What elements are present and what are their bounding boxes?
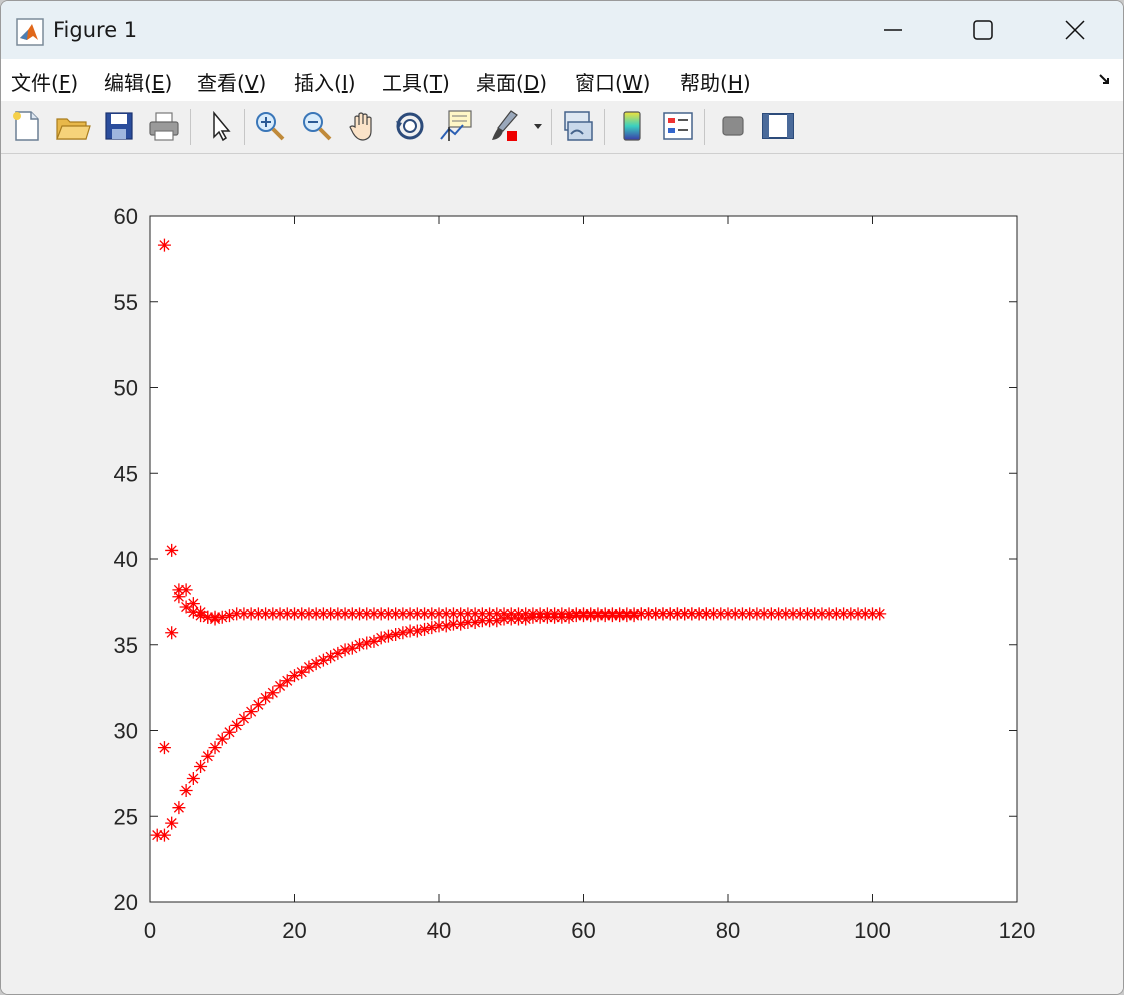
- matlab-app-icon: [16, 18, 44, 46]
- menu-bar: 文件(F) 编辑(E) 查看(V) 插入(I) 工具(T) 桌面(D) 窗口(W…: [1, 59, 1123, 102]
- brush-dropdown-icon[interactable]: [530, 107, 546, 145]
- save-icon[interactable]: [100, 107, 138, 145]
- toolbar-separator: [244, 109, 245, 145]
- x-tick-label: 20: [282, 918, 306, 943]
- data-point: [201, 749, 215, 763]
- menu-desktop[interactable]: 桌面(D): [476, 67, 547, 96]
- toolbar-separator: [604, 109, 605, 145]
- data-point: [699, 607, 713, 621]
- y-tick-label: 50: [114, 376, 138, 401]
- y-tick-label: 35: [114, 633, 138, 658]
- window-title: Figure 1: [53, 18, 138, 42]
- figure-canvas: 0 20 40 60 80 100 120 20 25 30 35 40 45 50 55 60: [1, 154, 1123, 994]
- x-tick-label: 80: [716, 918, 740, 943]
- legend-icon[interactable]: [659, 107, 697, 145]
- y-tick-label: 60: [114, 204, 138, 229]
- new-figure-icon[interactable]: [7, 107, 45, 145]
- x-tick-label: 120: [999, 918, 1036, 943]
- menu-window[interactable]: 窗口(W): [575, 67, 650, 96]
- link-plot-icon[interactable]: [559, 107, 597, 145]
- figure-toolbar: [1, 101, 1123, 154]
- y-tick-label: 40: [114, 547, 138, 572]
- hide-plot-tools-icon[interactable]: [714, 107, 752, 145]
- y-tick-label: 25: [114, 804, 138, 829]
- menu-edit[interactable]: 编辑(E): [104, 67, 172, 96]
- data-point: [208, 610, 222, 624]
- y-tick-label: 55: [114, 290, 138, 315]
- pan-hand-icon[interactable]: [345, 107, 383, 145]
- zoom-out-icon[interactable]: [298, 107, 336, 145]
- toolbar-separator: [551, 109, 552, 145]
- x-tick-label: 100: [854, 918, 891, 943]
- data-point: [208, 741, 222, 755]
- menu-file[interactable]: 文件(F): [11, 67, 78, 96]
- zoom-in-icon[interactable]: [251, 107, 289, 145]
- data-point: [873, 607, 887, 621]
- data-point: [157, 828, 171, 842]
- brush-icon[interactable]: [485, 107, 523, 145]
- x-tick-label: 60: [571, 918, 595, 943]
- colorbar-icon[interactable]: [613, 107, 651, 145]
- maximize-icon: [973, 20, 993, 40]
- data-point: [194, 760, 208, 774]
- axes-box: [149, 215, 1018, 903]
- close-button[interactable]: [1029, 1, 1121, 59]
- menu-help[interactable]: 帮助(H): [680, 67, 751, 96]
- toolbar-separator: [190, 109, 191, 145]
- open-file-icon[interactable]: [53, 107, 91, 145]
- data-point: [157, 238, 171, 252]
- data-point: [179, 784, 193, 798]
- close-icon: [1065, 20, 1085, 40]
- data-point: [165, 816, 179, 830]
- minimize-button[interactable]: [847, 1, 939, 59]
- minimize-icon: [884, 29, 902, 31]
- dock-arrow-icon[interactable]: [1097, 71, 1113, 87]
- show-plot-tools-icon[interactable]: [759, 107, 797, 145]
- title-bar[interactable]: Figure 1: [1, 1, 1123, 59]
- rotate-3d-icon[interactable]: [391, 107, 429, 145]
- figure-window: Figure 1 文件(F) 编辑(E) 查看(V) 插入(I) 工具(T) 桌…: [0, 0, 1124, 995]
- y-tick-label: 20: [114, 890, 138, 915]
- toolbar-separator: [704, 109, 705, 145]
- scatter-plot[interactable]: 0 20 40 60 80 100 120202530354045505560: [1, 154, 1123, 994]
- x-tick-label: 40: [427, 918, 451, 943]
- data-point: [157, 741, 171, 755]
- x-tick-label: 0: [144, 918, 156, 943]
- select-arrow-icon[interactable]: [202, 107, 240, 145]
- menu-view[interactable]: 查看(V): [197, 67, 266, 96]
- maximize-button[interactable]: [937, 1, 1029, 59]
- y-tick-label: 30: [114, 719, 138, 744]
- y-tick-label: 45: [114, 461, 138, 486]
- data-point: [165, 543, 179, 557]
- data-point: [186, 772, 200, 786]
- menu-insert[interactable]: 插入(I): [294, 67, 356, 96]
- print-icon[interactable]: [145, 107, 183, 145]
- data-point: [172, 590, 186, 604]
- data-cursor-icon[interactable]: [437, 107, 475, 145]
- data-point: [165, 626, 179, 640]
- menu-tools[interactable]: 工具(T): [382, 67, 450, 96]
- data-point: [172, 801, 186, 815]
